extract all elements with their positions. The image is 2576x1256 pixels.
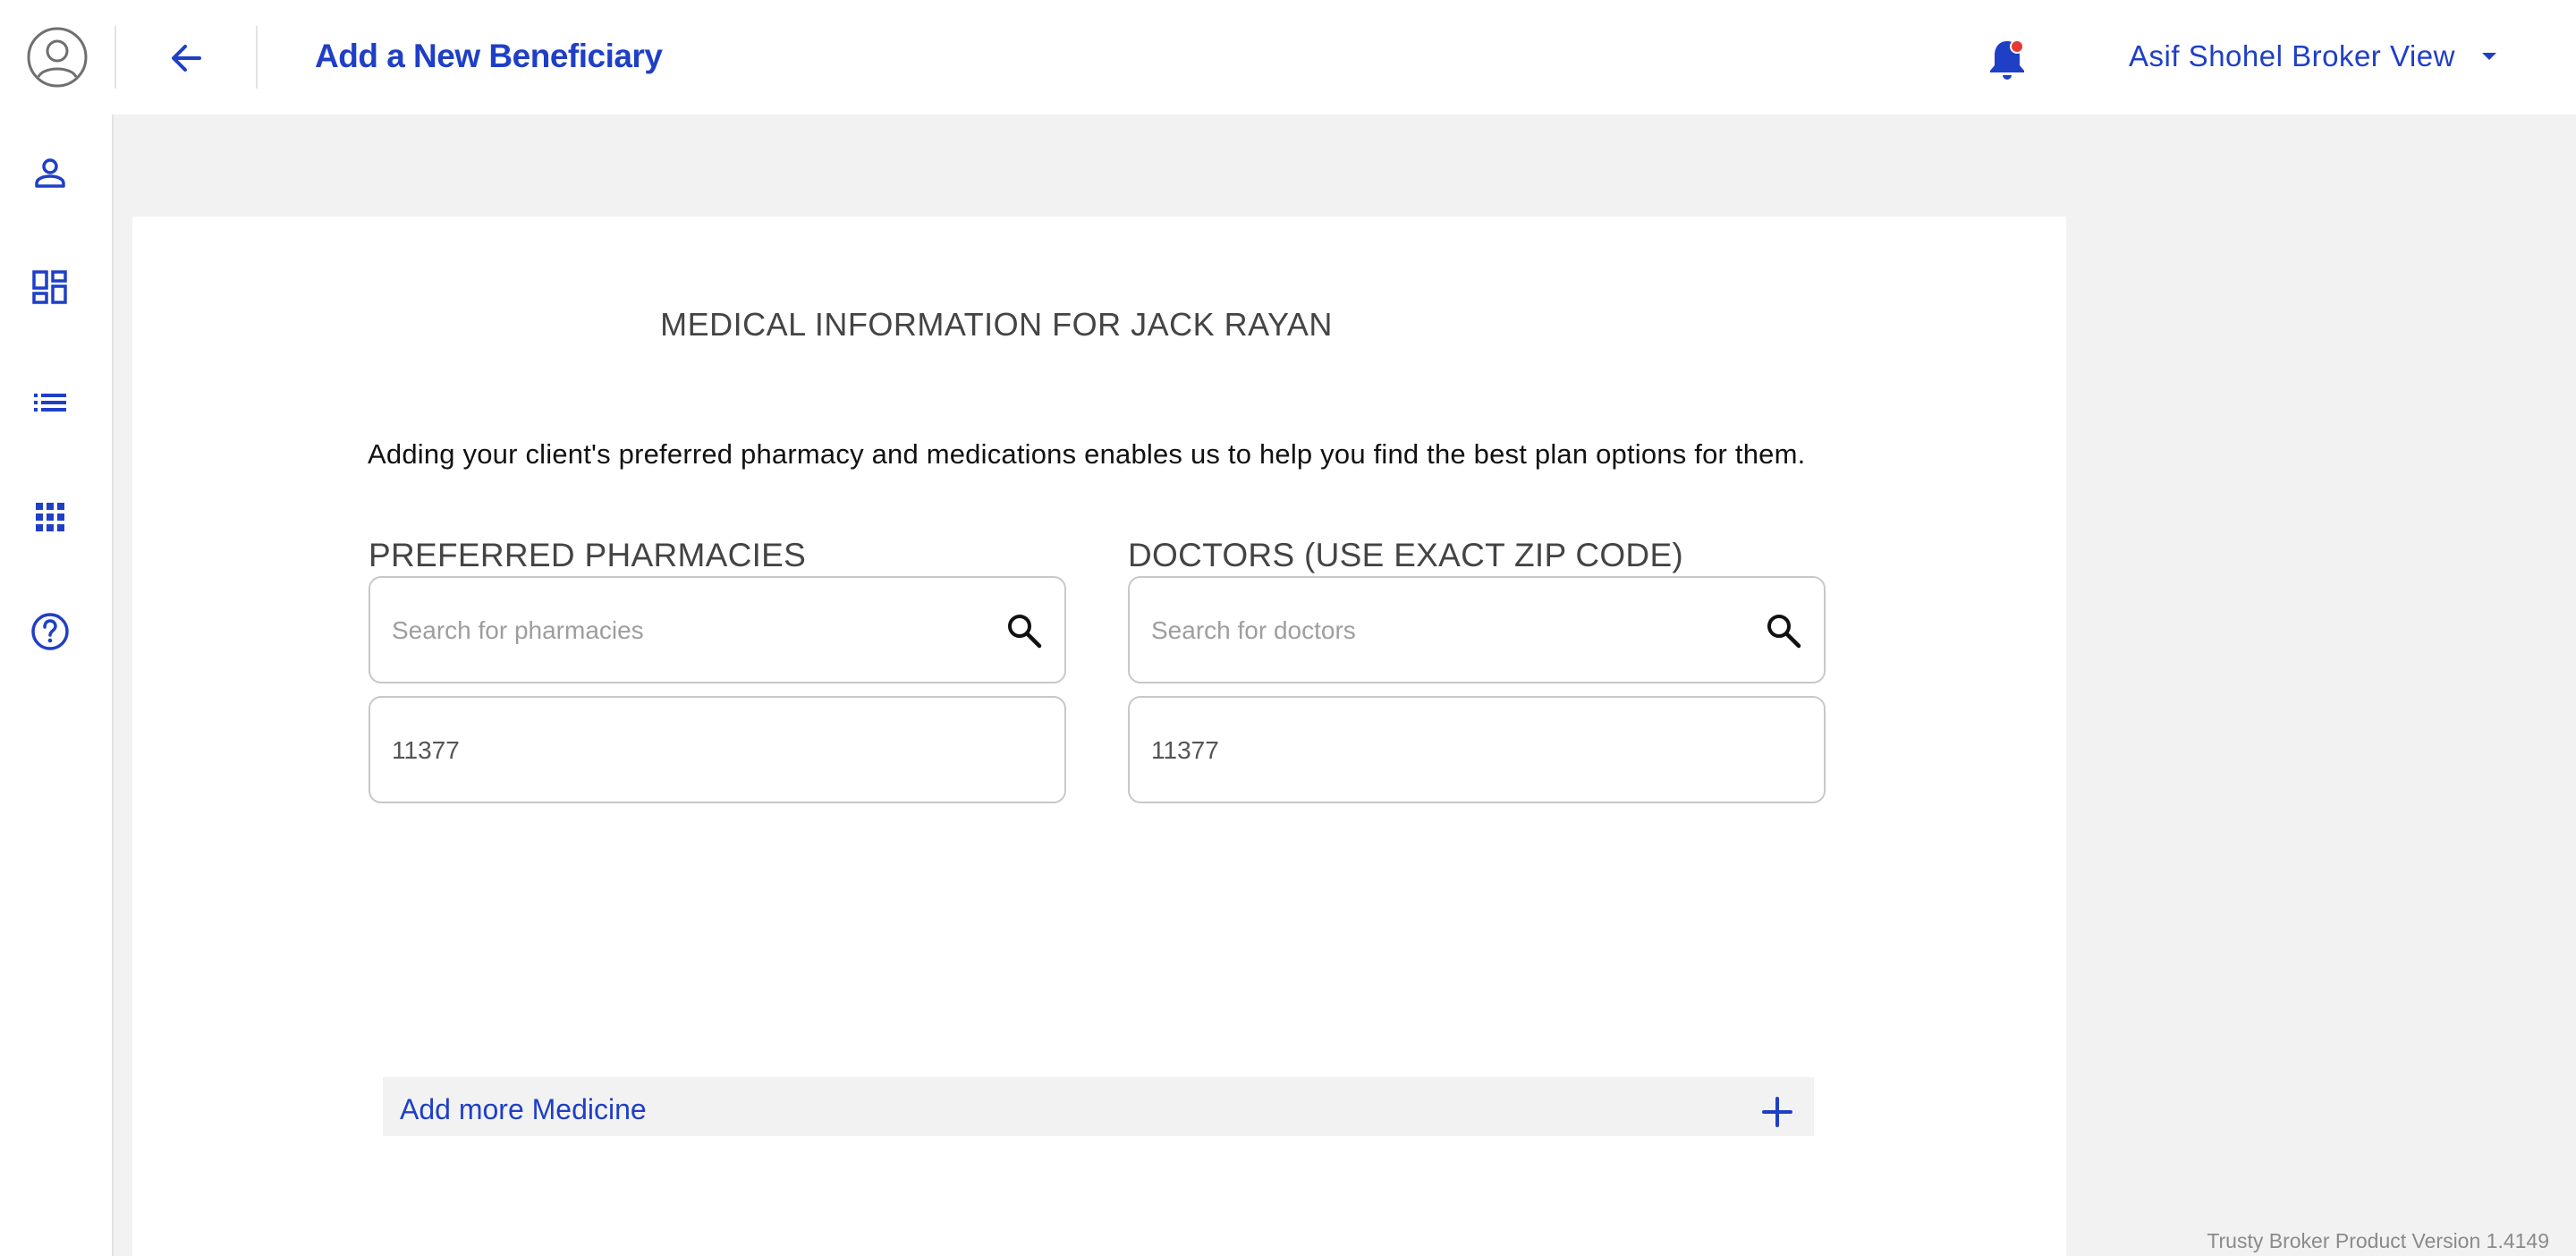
version-label: Trusty Broker Product Version 1.4149 (2207, 1229, 2549, 1252)
section-heading: MEDICAL INFORMATION FOR JACK RAYAN (660, 306, 1333, 343)
header-divider (114, 26, 116, 89)
dashboard-icon[interactable] (29, 267, 72, 310)
search-icon[interactable] (1005, 612, 1043, 649)
pharmacy-search-input[interactable] (390, 578, 1002, 683)
add-medicine-button[interactable]: Add more Medicine (383, 1077, 1814, 1136)
top-bar: Add a New Beneficiary Asif Shohel Broker… (0, 0, 2576, 115)
pharmacy-search-field (369, 576, 1066, 683)
page-title: Add a New Beneficiary (315, 38, 663, 74)
user-circle-icon[interactable] (27, 27, 88, 88)
header-divider (256, 26, 258, 89)
doctor-search-input[interactable] (1149, 578, 1761, 683)
user-menu-label: Asif Shohel Broker View (2129, 39, 2455, 72)
caret-down-icon (2481, 53, 2496, 60)
doctors-label: DOCTORS (USE EXACT ZIP CODE) (1128, 537, 1684, 573)
plus-icon (1762, 1097, 1792, 1127)
doctor-zip-field (1128, 696, 1826, 803)
arrow-left-icon[interactable] (164, 36, 208, 81)
doctor-zip-input[interactable] (1149, 698, 1761, 803)
apps-grid-icon[interactable] (29, 496, 72, 539)
list-icon[interactable] (29, 381, 72, 424)
search-icon[interactable] (1765, 612, 1802, 649)
sidebar (0, 115, 114, 1256)
pharmacies-label: PREFERRED PHARMACIES (369, 537, 807, 573)
notification-dot (2010, 39, 2024, 54)
user-menu[interactable]: Asif Shohel Broker View (2129, 34, 2500, 79)
pharmacy-zip-input[interactable] (390, 698, 1002, 803)
intro-text: Adding your client's preferred pharmacy … (368, 438, 1806, 470)
help-icon[interactable] (29, 610, 72, 653)
bell-icon[interactable] (1986, 36, 2029, 82)
person-icon[interactable] (29, 152, 72, 195)
section-heading-wrap: MEDICAL INFORMATION FOR JACK RAYAN (132, 306, 2066, 344)
doctor-search-field (1128, 576, 1826, 683)
pharmacy-zip-field (369, 696, 1066, 803)
add-medicine-label: Add more Medicine (400, 1093, 647, 1125)
medical-info-card: MEDICAL INFORMATION FOR JACK RAYAN Addin… (132, 216, 2066, 1256)
